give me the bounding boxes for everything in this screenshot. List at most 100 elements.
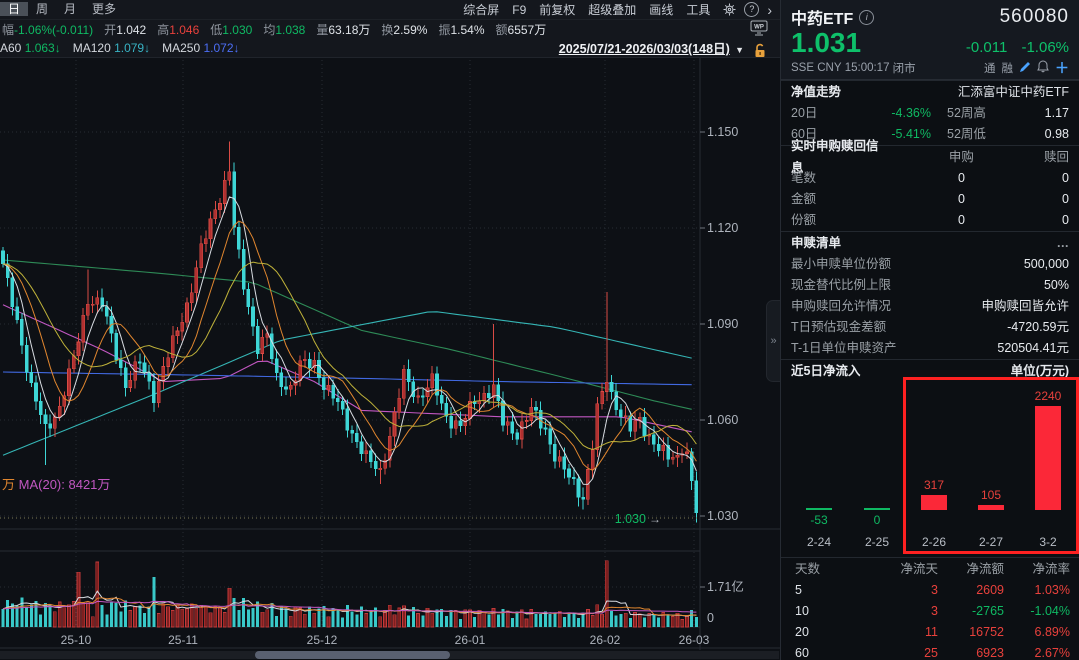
alert-bell-icon[interactable]: [1037, 60, 1049, 76]
date-range-selector[interactable]: 2025/07/21-2026/03/03(148日) ▼: [559, 38, 744, 57]
menu-item-综合屏[interactable]: 综合屏: [463, 3, 499, 17]
dropdown-caret-icon: ▼: [735, 45, 744, 55]
add-icon[interactable]: ＋: [1055, 58, 1069, 78]
edit-icon[interactable]: [1019, 61, 1031, 76]
menu-item-画线[interactable]: 画线: [649, 3, 673, 17]
stat-label: 量: [316, 23, 328, 37]
menu-item-前复权[interactable]: 前复权: [539, 3, 575, 17]
stat-label: 高: [157, 23, 169, 37]
gear-icon[interactable]: [723, 3, 736, 16]
tab-更多[interactable]: 更多: [84, 2, 124, 16]
row-value: 500,000: [930, 254, 1069, 275]
menu-item-F9[interactable]: F9: [512, 3, 526, 17]
list-row: 现金替代比例上限50%: [781, 275, 1079, 296]
flow-bar: [978, 505, 1004, 510]
panel-collapse-handle[interactable]: »: [766, 300, 780, 382]
flow-table-row: 2011167526.89%: [781, 622, 1079, 643]
candlestick-chart[interactable]: 1.030→1.1501.1201.0901.0601.0301.71亿025-…: [0, 58, 780, 650]
quote-header: 中药ETF i 560080 1.031 -0.011 -1.06% SSE C…: [781, 0, 1079, 80]
column-header: 净流率: [1004, 558, 1070, 580]
flow-value-label: 105: [961, 488, 1021, 502]
ma-line-blue: [3, 372, 692, 385]
last-price: 1.031: [791, 29, 861, 57]
date-range-label: 2025/07/21-2026/03/03(148日): [559, 42, 730, 56]
row-value: 0: [965, 168, 1069, 189]
currency-label: CNY: [817, 62, 841, 74]
month-tick-label: 26-02: [590, 633, 621, 647]
row-value: 520504.41元: [930, 338, 1069, 359]
stat-量: 量63.18万: [316, 21, 370, 38]
flow-category-label: 2-27: [961, 535, 1021, 549]
stat-value: 1.030: [222, 23, 252, 37]
row-value: 0: [865, 189, 965, 210]
month-tick-label: 25-10: [61, 633, 92, 647]
row-label: T-1日单位申赎资产: [791, 338, 930, 359]
wp-monitor-icon[interactable]: WP: [749, 20, 769, 39]
stat-低: 低1.030: [210, 21, 252, 38]
volume-ma-line-w5: [3, 591, 696, 616]
table-cell: 10: [781, 601, 851, 622]
quote-stats: 幅-1.06%(-0.011)开1.042高1.046低1.030均1.038量…: [0, 21, 557, 38]
stat-换: 换2.59%: [381, 21, 427, 38]
symbol-name: 中药ETF: [791, 5, 853, 29]
symbol-code: 560080: [1000, 6, 1069, 28]
chevron-right-icon[interactable]: ›: [767, 2, 772, 18]
flow-category-label: 2-25: [847, 535, 907, 549]
table-cell: -1.04%: [1004, 601, 1070, 622]
row-value: 0: [865, 168, 965, 189]
table-cell: 11: [851, 622, 938, 643]
table-cell: 25: [851, 643, 938, 660]
tab-日[interactable]: 日: [0, 2, 28, 16]
volume-zero-label: 0: [707, 611, 714, 625]
last-price-marker: 1.030: [615, 512, 646, 526]
flow-bar: [921, 495, 947, 510]
month-tick-label: 26-03: [679, 633, 710, 647]
tab-月[interactable]: 月: [56, 2, 84, 16]
stat-value: 6557万: [508, 23, 547, 37]
volume-label-fragment: 万: [2, 477, 15, 492]
chart-svg: 1.030→1.1501.1201.0901.0601.0301.71亿025-…: [0, 58, 780, 650]
toolbar-menu: 综合屏 F9 前复权超级叠加画线工具: [463, 1, 723, 18]
stat-振: 振1.54%: [438, 21, 484, 38]
stat-value: 1.046: [169, 23, 199, 37]
flow-value-label: 2240: [1018, 389, 1078, 403]
row-value: 1.17: [1017, 103, 1069, 124]
svg-text:WP: WP: [754, 25, 764, 31]
scrollbar-thumb[interactable]: [255, 651, 450, 659]
table-cell: -2765: [938, 601, 1004, 622]
nav-row: 20日-4.36%52周高1.17: [781, 103, 1079, 124]
menu-item-超级叠加[interactable]: 超级叠加: [588, 3, 636, 17]
flow-bar-zero: [864, 508, 890, 510]
chart-scrollbar[interactable]: [0, 651, 779, 659]
toolbar-period-row: 日周月更多 综合屏 F9 前复权超级叠加画线工具 ? ›: [0, 0, 780, 20]
help-icon[interactable]: ?: [744, 2, 759, 17]
period-tabs: 日周月更多: [0, 0, 124, 19]
info-icon[interactable]: i: [859, 10, 874, 25]
tab-周[interactable]: 周: [28, 2, 56, 16]
table-cell: 6.89%: [1004, 622, 1070, 643]
ma-value: 1.063↓: [25, 41, 61, 55]
ma-line-w10: [3, 221, 696, 470]
price-tick-label: 1.090: [707, 317, 738, 331]
row-label: 笔数: [791, 168, 865, 189]
ma-label: MA250: [162, 41, 203, 55]
stat-开: 开1.042: [104, 21, 146, 38]
table-cell: 60: [781, 643, 851, 660]
table-cell: 3: [851, 601, 938, 622]
menu-item-工具[interactable]: 工具: [686, 3, 710, 17]
market-status: 闭市: [893, 60, 916, 76]
section-title: 申赎清单: [791, 232, 841, 254]
table-cell: 5: [781, 580, 851, 601]
more-ellipsis[interactable]: …: [1057, 232, 1070, 254]
stat-value: 1.038: [275, 23, 305, 37]
realtime-rows: 笔数00金额00份额00: [781, 168, 1079, 231]
stat-label: 幅: [2, 23, 14, 37]
list-row: 申购赎回允许情况申购赎回皆允许: [781, 296, 1079, 317]
month-tick-label: 25-11: [168, 633, 198, 647]
section-nav-trend: 净值走势 汇添富中证中药ETF: [781, 80, 1079, 103]
section-realtime: 实时申购赎回信息 申购 赎回: [781, 145, 1079, 168]
row-label: 52周高: [931, 103, 1017, 124]
ma-label: MA120: [73, 41, 114, 55]
ma-MA250: MA250 1.072↓: [162, 41, 239, 55]
ma-A60: A60 1.063↓: [0, 41, 61, 55]
